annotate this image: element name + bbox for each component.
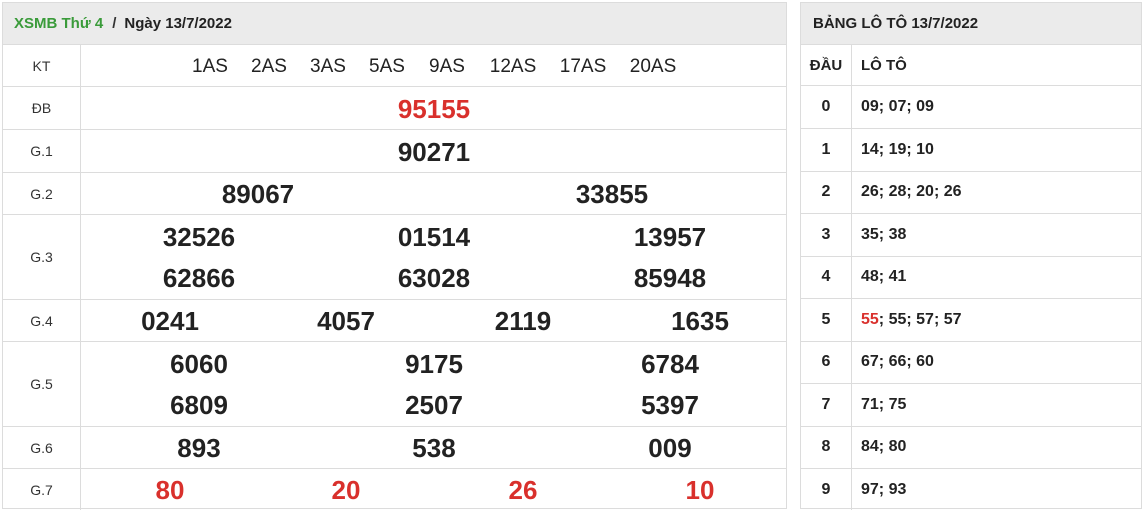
prize-number: 6784 bbox=[641, 349, 699, 379]
prize-number: 33855 bbox=[575, 179, 649, 209]
kt-code: 12AS bbox=[489, 56, 537, 77]
prize-number: 0241 bbox=[141, 306, 199, 336]
prize-row-g3: G.3 32526 01514 13957 62866 63028 85948 bbox=[3, 215, 786, 300]
results-table: XSMB Thứ 4 / Ngày 13/7/2022 KT 1AS 2AS 3… bbox=[2, 2, 787, 510]
loto-row: 2 26; 28; 20; 26 bbox=[801, 171, 1141, 214]
loto-dau: 4 bbox=[801, 256, 852, 298]
loto-column-header: LÔ TÔ bbox=[861, 56, 907, 74]
loto-numbers: 97; 93 bbox=[861, 480, 907, 498]
prize-label: G.7 bbox=[3, 469, 81, 510]
kt-code: 20AS bbox=[629, 56, 677, 77]
prize-label: ĐB bbox=[3, 87, 81, 129]
prize-number: 009 bbox=[648, 433, 692, 463]
loto-title: BẢNG LÔ TÔ 13/7/2022 bbox=[801, 3, 1141, 45]
loto-special-number: 55 bbox=[861, 311, 879, 328]
kt-label: KT bbox=[3, 45, 81, 86]
prize-number: 893 bbox=[177, 433, 221, 463]
dau-column-header: ĐẦU bbox=[801, 45, 852, 85]
loto-numbers: 09; 07; 09 bbox=[861, 98, 934, 115]
prize-number: 6809 bbox=[170, 390, 228, 420]
results-header: XSMB Thứ 4 / Ngày 13/7/2022 bbox=[3, 3, 786, 45]
prize-label: G.2 bbox=[3, 173, 81, 214]
prize-number: 538 bbox=[412, 433, 456, 463]
prize-number: 89067 bbox=[221, 179, 295, 209]
draw-date: Ngày 13/7/2022 bbox=[124, 15, 232, 32]
loto-dau: 9 bbox=[801, 469, 852, 510]
prize-label: G.4 bbox=[3, 300, 81, 341]
special-prize-number: 95155 bbox=[397, 94, 471, 124]
loto-row: 3 35; 38 bbox=[801, 214, 1141, 257]
loto-dau: 0 bbox=[801, 86, 852, 128]
loto-numbers: 26; 28; 20; 26 bbox=[861, 183, 962, 200]
loto-row: 6 67; 66; 60 bbox=[801, 341, 1141, 384]
prize-number: 2507 bbox=[405, 390, 463, 420]
loto-dau: 5 bbox=[801, 299, 852, 341]
xsmb-day-link[interactable]: XSMB Thứ 4 bbox=[14, 15, 103, 32]
breadcrumb-separator: / bbox=[112, 15, 117, 32]
loto-row: 1 14; 19; 10 bbox=[801, 129, 1141, 172]
kt-code: 5AS bbox=[369, 56, 405, 77]
prize-row-g2: G.2 89067 33855 bbox=[3, 173, 786, 215]
kt-code: 1AS bbox=[192, 56, 228, 77]
prize-number: 2119 bbox=[494, 306, 552, 336]
prize-number: 85948 bbox=[633, 263, 707, 293]
prize-number: 26 bbox=[508, 475, 538, 505]
prize-number: 63028 bbox=[397, 263, 471, 293]
loto-row: 8 84; 80 bbox=[801, 426, 1141, 469]
prize-number: 62866 bbox=[162, 263, 236, 293]
loto-numbers: 71; 75 bbox=[861, 396, 907, 413]
prize-row-g1: G.1 90271 bbox=[3, 130, 786, 173]
loto-row: 7 71; 75 bbox=[801, 384, 1141, 427]
loto-dau: 8 bbox=[801, 426, 852, 468]
prize-label: G.5 bbox=[3, 342, 81, 426]
prize-label: G.6 bbox=[3, 427, 81, 468]
prize-number: 5397 bbox=[641, 390, 699, 420]
prize-number: 20 bbox=[331, 475, 361, 505]
loto-dau: 2 bbox=[801, 171, 852, 213]
prize-number: 6060 bbox=[170, 349, 228, 379]
prize-row-g7: G.7 80 20 26 10 bbox=[3, 469, 786, 510]
loto-numbers: 84; 80 bbox=[861, 438, 907, 455]
loto-column-headers: ĐẦU LÔ TÔ bbox=[801, 45, 1141, 86]
prize-number: 90271 bbox=[397, 137, 471, 167]
prize-number: 9175 bbox=[405, 349, 463, 379]
loto-dau: 7 bbox=[801, 384, 852, 426]
prize-label: G.3 bbox=[3, 215, 81, 299]
loto-row: 5 55; 55; 57; 57 bbox=[801, 299, 1141, 342]
prize-number: 80 bbox=[155, 475, 185, 505]
loto-numbers: 35; 38 bbox=[861, 226, 907, 243]
loto-numbers: ; 55; 57; 57 bbox=[878, 311, 962, 328]
loto-dau: 1 bbox=[801, 129, 852, 171]
prize-number: 13957 bbox=[633, 222, 707, 252]
prize-number: 10 bbox=[685, 475, 715, 505]
kt-code: 9AS bbox=[429, 56, 465, 77]
kt-code: 17AS bbox=[559, 56, 607, 77]
loto-numbers: 67; 66; 60 bbox=[861, 353, 934, 370]
loto-table: BẢNG LÔ TÔ 13/7/2022 ĐẦU LÔ TÔ 0 09; 07;… bbox=[800, 2, 1142, 510]
prize-number: 32526 bbox=[162, 222, 236, 252]
kt-code: 3AS bbox=[310, 56, 346, 77]
prize-number: 1635 bbox=[671, 306, 729, 336]
loto-row: 9 97; 93 bbox=[801, 469, 1141, 510]
prize-row-g4: G.4 0241 4057 2119 1635 bbox=[3, 300, 786, 342]
loto-row: 4 48; 41 bbox=[801, 256, 1141, 299]
prize-row-g5: G.5 6060 9175 6784 6809 2507 5397 bbox=[3, 342, 786, 427]
prize-number: 01514 bbox=[397, 222, 471, 252]
kt-row: KT 1AS 2AS 3AS 5AS 9AS 12AS 17AS 20AS bbox=[3, 45, 786, 87]
prize-row-g6: G.6 893 538 009 bbox=[3, 427, 786, 469]
prize-number: 4057 bbox=[317, 306, 375, 336]
loto-numbers: 48; 41 bbox=[861, 268, 907, 285]
loto-numbers: 14; 19; 10 bbox=[861, 141, 934, 158]
prize-row-db: ĐB 95155 bbox=[3, 87, 786, 130]
loto-row: 0 09; 07; 09 bbox=[801, 86, 1141, 129]
kt-code: 2AS bbox=[251, 56, 287, 77]
loto-dau: 3 bbox=[801, 214, 852, 256]
prize-label: G.1 bbox=[3, 130, 81, 172]
loto-dau: 6 bbox=[801, 341, 852, 383]
